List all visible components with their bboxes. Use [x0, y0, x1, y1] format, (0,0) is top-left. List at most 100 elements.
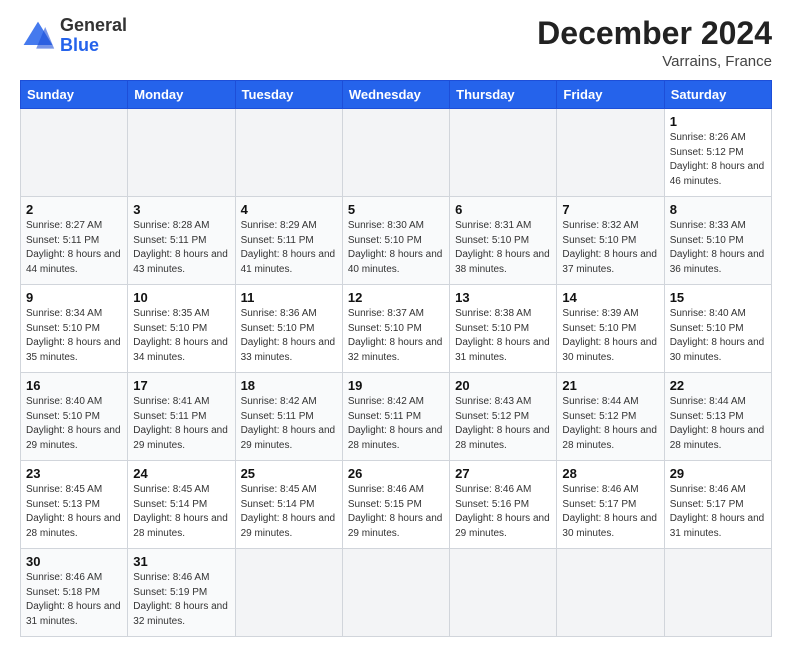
table-cell: [557, 549, 664, 637]
week-row-5: 23 Sunrise: 8:45 AMSunset: 5:13 PMDaylig…: [21, 461, 772, 549]
day-number: 13: [455, 290, 551, 305]
table-cell: 15 Sunrise: 8:40 AMSunset: 5:10 PMDaylig…: [664, 285, 771, 373]
table-cell: 6 Sunrise: 8:31 AMSunset: 5:10 PMDayligh…: [450, 197, 557, 285]
day-info: Sunrise: 8:41 AMSunset: 5:11 PMDaylight:…: [133, 395, 229, 453]
table-cell: 1 Sunrise: 8:26 AMSunset: 5:12 PMDayligh…: [664, 109, 771, 197]
day-number: 20: [455, 378, 551, 393]
day-number: 3: [133, 202, 229, 217]
day-info: Sunrise: 8:42 AMSunset: 5:11 PMDaylight:…: [241, 395, 337, 453]
table-cell: 28 Sunrise: 8:46 AMSunset: 5:17 PMDaylig…: [557, 461, 664, 549]
calendar-table: Sunday Monday Tuesday Wednesday Thursday…: [20, 80, 772, 637]
day-number: 6: [455, 202, 551, 217]
day-number: 22: [670, 378, 766, 393]
day-number: 16: [26, 378, 122, 393]
day-number: 11: [241, 290, 337, 305]
page: General Blue December 2024 Varrains, Fra…: [0, 0, 792, 653]
table-cell: 25 Sunrise: 8:45 AMSunset: 5:14 PMDaylig…: [235, 461, 342, 549]
day-number: 18: [241, 378, 337, 393]
logo-blue: Blue: [60, 35, 99, 55]
logo-text: General Blue: [60, 16, 127, 56]
day-number: 1: [670, 114, 766, 129]
logo: General Blue: [20, 16, 127, 56]
day-info: Sunrise: 8:45 AMSunset: 5:14 PMDaylight:…: [241, 483, 337, 541]
day-info: Sunrise: 8:32 AMSunset: 5:10 PMDaylight:…: [562, 219, 658, 277]
header-monday: Monday: [128, 81, 235, 109]
day-number: 7: [562, 202, 658, 217]
week-row-1: 1 Sunrise: 8:26 AMSunset: 5:12 PMDayligh…: [21, 109, 772, 197]
day-info: Sunrise: 8:30 AMSunset: 5:10 PMDaylight:…: [348, 219, 444, 277]
header-sunday: Sunday: [21, 81, 128, 109]
day-info: Sunrise: 8:39 AMSunset: 5:10 PMDaylight:…: [562, 307, 658, 365]
table-cell: [557, 109, 664, 197]
day-info: Sunrise: 8:46 AMSunset: 5:18 PMDaylight:…: [26, 571, 122, 629]
day-info: Sunrise: 8:29 AMSunset: 5:11 PMDaylight:…: [241, 219, 337, 277]
day-number: 9: [26, 290, 122, 305]
table-cell: 11 Sunrise: 8:36 AMSunset: 5:10 PMDaylig…: [235, 285, 342, 373]
table-cell: 29 Sunrise: 8:46 AMSunset: 5:17 PMDaylig…: [664, 461, 771, 549]
table-cell: 10 Sunrise: 8:35 AMSunset: 5:10 PMDaylig…: [128, 285, 235, 373]
header-thursday: Thursday: [450, 81, 557, 109]
day-number: 8: [670, 202, 766, 217]
day-info: Sunrise: 8:40 AMSunset: 5:10 PMDaylight:…: [26, 395, 122, 453]
day-number: 4: [241, 202, 337, 217]
day-info: Sunrise: 8:44 AMSunset: 5:13 PMDaylight:…: [670, 395, 766, 453]
table-cell: 31 Sunrise: 8:46 AMSunset: 5:19 PMDaylig…: [128, 549, 235, 637]
table-cell: 27 Sunrise: 8:46 AMSunset: 5:16 PMDaylig…: [450, 461, 557, 549]
day-number: 31: [133, 554, 229, 569]
day-info: Sunrise: 8:46 AMSunset: 5:16 PMDaylight:…: [455, 483, 551, 541]
table-cell: [450, 109, 557, 197]
week-row-3: 9 Sunrise: 8:34 AMSunset: 5:10 PMDayligh…: [21, 285, 772, 373]
table-cell: 23 Sunrise: 8:45 AMSunset: 5:13 PMDaylig…: [21, 461, 128, 549]
day-info: Sunrise: 8:46 AMSunset: 5:17 PMDaylight:…: [562, 483, 658, 541]
table-cell: 12 Sunrise: 8:37 AMSunset: 5:10 PMDaylig…: [342, 285, 449, 373]
day-info: Sunrise: 8:46 AMSunset: 5:17 PMDaylight:…: [670, 483, 766, 541]
day-info: Sunrise: 8:38 AMSunset: 5:10 PMDaylight:…: [455, 307, 551, 365]
table-cell: 13 Sunrise: 8:38 AMSunset: 5:10 PMDaylig…: [450, 285, 557, 373]
day-info: Sunrise: 8:37 AMSunset: 5:10 PMDaylight:…: [348, 307, 444, 365]
table-cell: [235, 109, 342, 197]
table-cell: [128, 109, 235, 197]
table-cell: [450, 549, 557, 637]
table-cell: 30 Sunrise: 8:46 AMSunset: 5:18 PMDaylig…: [21, 549, 128, 637]
day-info: Sunrise: 8:35 AMSunset: 5:10 PMDaylight:…: [133, 307, 229, 365]
day-number: 26: [348, 466, 444, 481]
header-saturday: Saturday: [664, 81, 771, 109]
day-info: Sunrise: 8:34 AMSunset: 5:10 PMDaylight:…: [26, 307, 122, 365]
day-number: 15: [670, 290, 766, 305]
day-info: Sunrise: 8:45 AMSunset: 5:13 PMDaylight:…: [26, 483, 122, 541]
day-number: 14: [562, 290, 658, 305]
day-number: 12: [348, 290, 444, 305]
table-cell: 9 Sunrise: 8:34 AMSunset: 5:10 PMDayligh…: [21, 285, 128, 373]
days-header-row: Sunday Monday Tuesday Wednesday Thursday…: [21, 81, 772, 109]
table-cell: 14 Sunrise: 8:39 AMSunset: 5:10 PMDaylig…: [557, 285, 664, 373]
day-info: Sunrise: 8:27 AMSunset: 5:11 PMDaylight:…: [26, 219, 122, 277]
table-cell: 5 Sunrise: 8:30 AMSunset: 5:10 PMDayligh…: [342, 197, 449, 285]
day-info: Sunrise: 8:44 AMSunset: 5:12 PMDaylight:…: [562, 395, 658, 453]
day-number: 28: [562, 466, 658, 481]
table-cell: 18 Sunrise: 8:42 AMSunset: 5:11 PMDaylig…: [235, 373, 342, 461]
day-info: Sunrise: 8:43 AMSunset: 5:12 PMDaylight:…: [455, 395, 551, 453]
week-row-4: 16 Sunrise: 8:40 AMSunset: 5:10 PMDaylig…: [21, 373, 772, 461]
day-number: 23: [26, 466, 122, 481]
day-info: Sunrise: 8:36 AMSunset: 5:10 PMDaylight:…: [241, 307, 337, 365]
table-cell: 21 Sunrise: 8:44 AMSunset: 5:12 PMDaylig…: [557, 373, 664, 461]
table-cell: 8 Sunrise: 8:33 AMSunset: 5:10 PMDayligh…: [664, 197, 771, 285]
day-info: Sunrise: 8:46 AMSunset: 5:15 PMDaylight:…: [348, 483, 444, 541]
day-info: Sunrise: 8:31 AMSunset: 5:10 PMDaylight:…: [455, 219, 551, 277]
month-title: December 2024: [537, 16, 772, 51]
day-info: Sunrise: 8:33 AMSunset: 5:10 PMDaylight:…: [670, 219, 766, 277]
day-info: Sunrise: 8:45 AMSunset: 5:14 PMDaylight:…: [133, 483, 229, 541]
day-number: 21: [562, 378, 658, 393]
day-info: Sunrise: 8:46 AMSunset: 5:19 PMDaylight:…: [133, 571, 229, 629]
table-cell: [342, 109, 449, 197]
logo-icon: [20, 18, 56, 54]
table-cell: 3 Sunrise: 8:28 AMSunset: 5:11 PMDayligh…: [128, 197, 235, 285]
table-cell: 24 Sunrise: 8:45 AMSunset: 5:14 PMDaylig…: [128, 461, 235, 549]
title-block: December 2024 Varrains, France: [537, 16, 772, 70]
table-cell: 20 Sunrise: 8:43 AMSunset: 5:12 PMDaylig…: [450, 373, 557, 461]
day-info: Sunrise: 8:28 AMSunset: 5:11 PMDaylight:…: [133, 219, 229, 277]
table-cell: 26 Sunrise: 8:46 AMSunset: 5:15 PMDaylig…: [342, 461, 449, 549]
table-cell: [235, 549, 342, 637]
day-number: 5: [348, 202, 444, 217]
day-number: 29: [670, 466, 766, 481]
